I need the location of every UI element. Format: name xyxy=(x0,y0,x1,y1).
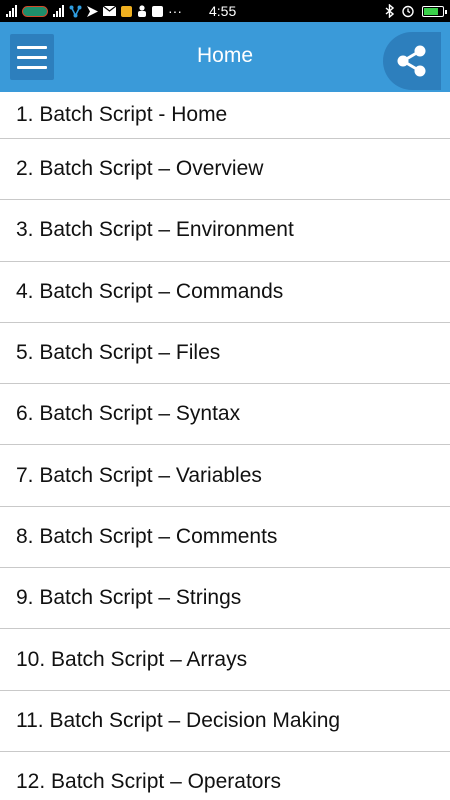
signal-icon xyxy=(6,5,17,17)
share-network-icon xyxy=(69,5,82,17)
list-item[interactable]: 11. Batch Script – Decision Making xyxy=(0,691,450,752)
status-bar-right xyxy=(385,4,447,18)
send-icon xyxy=(87,5,98,17)
bluetooth-icon xyxy=(385,4,394,18)
notification-icon xyxy=(121,5,132,17)
list-item[interactable]: 1. Batch Script - Home xyxy=(0,92,450,139)
list-item[interactable]: 12. Batch Script – Operators xyxy=(0,752,450,800)
list-item[interactable]: 4. Batch Script – Commands xyxy=(0,262,450,323)
list-item[interactable]: 8. Batch Script – Comments xyxy=(0,507,450,569)
battery-level xyxy=(424,7,439,15)
facebook-icon xyxy=(152,5,163,17)
status-overflow: ··· xyxy=(168,3,182,19)
carrier-logo-icon xyxy=(22,5,48,17)
alarm-icon xyxy=(402,5,414,18)
status-bar: ··· 4:55 xyxy=(0,0,450,22)
list-item[interactable]: 5. Batch Script – Files xyxy=(0,323,450,385)
user-icon xyxy=(138,5,146,17)
list-item[interactable]: 2. Batch Script – Overview xyxy=(0,139,450,201)
battery-icon xyxy=(422,5,447,17)
signal-icon xyxy=(53,5,64,17)
status-time: 4:55 xyxy=(209,3,237,19)
list-item[interactable]: 7. Batch Script – Variables xyxy=(0,445,450,507)
list-item[interactable]: 10. Batch Script – Arrays xyxy=(0,629,450,691)
share-icon xyxy=(397,45,426,77)
status-bar-left: ··· 4:55 xyxy=(6,3,236,19)
list-item[interactable]: 9. Batch Script – Strings xyxy=(0,568,450,630)
list-item[interactable]: 3. Batch Script – Environment xyxy=(0,200,450,262)
chapter-list: 1. Batch Script - Home 2. Batch Script – … xyxy=(0,92,450,800)
mail-icon xyxy=(103,6,116,16)
list-item[interactable]: 6. Batch Script – Syntax xyxy=(0,384,450,446)
share-button[interactable] xyxy=(383,32,441,90)
app-bar: Home xyxy=(0,22,450,92)
